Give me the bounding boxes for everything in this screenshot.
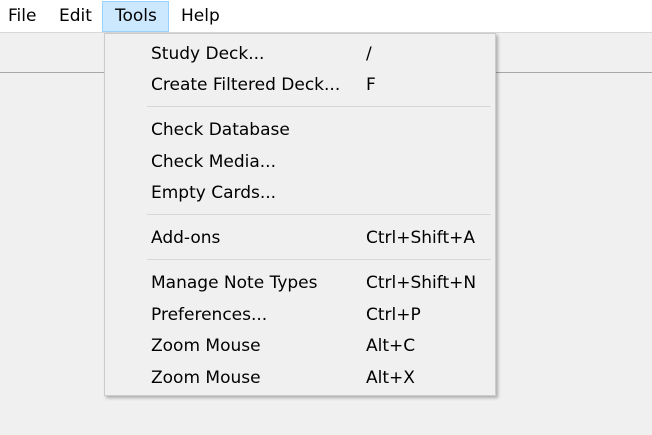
menu-item-zoom-mouse-x[interactable]: Zoom Mouse Alt+X <box>105 363 495 393</box>
menu-item-shortcut: Ctrl+Shift+A <box>366 228 476 248</box>
menu-item-label: Empty Cards... <box>151 183 277 203</box>
menu-item-zoom-mouse-c[interactable]: Zoom Mouse Alt+C <box>105 331 495 361</box>
menu-item-label: Preferences... <box>151 305 268 325</box>
menu-item-label: Create Filtered Deck... <box>151 75 341 95</box>
menu-item-check-media[interactable]: Check Media... <box>105 147 495 177</box>
menu-item-study-deck[interactable]: Study Deck... / <box>105 39 495 69</box>
menu-item-label: Zoom Mouse <box>151 368 261 388</box>
menu-separator <box>147 259 491 260</box>
menu-item-shortcut: / <box>366 44 372 64</box>
menu-item-shortcut: Alt+C <box>366 336 416 356</box>
menu-item-check-database[interactable]: Check Database <box>105 115 495 145</box>
menu-tools[interactable]: Tools <box>102 1 169 32</box>
menu-item-label: Zoom Mouse <box>151 336 261 356</box>
menu-item-shortcut: Alt+X <box>366 368 415 388</box>
menu-item-manage-note-types[interactable]: Manage Note Types Ctrl+Shift+N <box>105 268 495 298</box>
menu-item-label: Check Media... <box>151 152 276 172</box>
menu-file[interactable]: File <box>0 1 44 32</box>
menu-item-label: Check Database <box>151 120 290 140</box>
menu-bar: File Edit Tools Help <box>0 0 652 33</box>
menu-item-create-filtered-deck[interactable]: Create Filtered Deck... F <box>105 70 495 100</box>
menu-item-label: Study Deck... <box>151 44 265 64</box>
tools-menu-dropdown: Study Deck... / Create Filtered Deck... … <box>104 33 496 396</box>
menu-item-shortcut: F <box>366 75 376 95</box>
menu-help[interactable]: Help <box>173 1 228 32</box>
menu-item-empty-cards[interactable]: Empty Cards... <box>105 178 495 208</box>
menu-edit[interactable]: Edit <box>51 1 100 32</box>
menu-item-label: Add-ons <box>151 228 221 248</box>
menu-item-shortcut: Ctrl+P <box>366 305 421 325</box>
menu-item-shortcut: Ctrl+Shift+N <box>366 273 477 293</box>
menu-separator <box>147 214 491 215</box>
menu-item-label: Manage Note Types <box>151 273 318 293</box>
menu-item-add-ons[interactable]: Add-ons Ctrl+Shift+A <box>105 223 495 253</box>
menu-item-preferences[interactable]: Preferences... Ctrl+P <box>105 300 495 330</box>
menu-separator <box>147 106 491 107</box>
